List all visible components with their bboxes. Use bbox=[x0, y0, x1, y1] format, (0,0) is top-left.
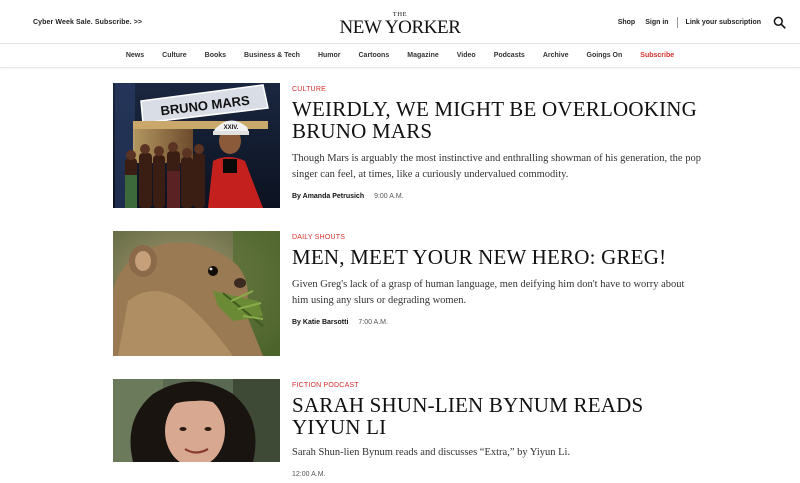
nav-item-business-tech[interactable]: Business & Tech bbox=[235, 52, 309, 59]
nav-item-books[interactable]: Books bbox=[196, 52, 235, 59]
article-time: 9:00 A.M. bbox=[374, 193, 404, 200]
article-byline: By Amanda Petrusich 9:00 A.M. bbox=[292, 193, 712, 200]
article-time: 7:00 A.M. bbox=[358, 319, 388, 326]
nav-item-subscribe[interactable]: Subscribe bbox=[631, 52, 683, 59]
article-text: Culture Weirdly, We Might Be Overlooking… bbox=[292, 83, 712, 200]
article-dek: Sarah Shun-lien Bynum reads and discusse… bbox=[292, 447, 571, 458]
nav-item-video[interactable]: Video bbox=[448, 52, 485, 59]
article-dek: Though Mars is arguably the most instinc… bbox=[292, 153, 701, 180]
hat-text: XXIV. bbox=[224, 125, 239, 131]
article-headline[interactable]: Weirdly, We Might Be Overlooking Bruno M… bbox=[292, 98, 712, 142]
top-bar: Cyber Week Sale. Subscribe. >> THE NEW Y… bbox=[0, 0, 800, 44]
article-author[interactable]: By Amanda Petrusich bbox=[292, 193, 364, 200]
article-image[interactable]: XXIV. BRUNO MARS bbox=[113, 83, 280, 208]
shop-link[interactable]: Shop bbox=[618, 19, 636, 26]
article-byline: 12:00 A.M. bbox=[292, 471, 712, 478]
nav-item-podcasts[interactable]: Podcasts bbox=[485, 52, 534, 59]
nav-item-archive[interactable]: Archive bbox=[534, 52, 578, 59]
article-text: Fiction Podcast Sarah Shun-lien Bynum Re… bbox=[292, 379, 712, 478]
article-rubric[interactable]: Fiction Podcast bbox=[292, 382, 712, 389]
article-rubric[interactable]: Daily Shouts bbox=[292, 234, 712, 241]
article-rubric[interactable]: Culture bbox=[292, 86, 712, 93]
nav-item-humor[interactable]: Humor bbox=[309, 52, 350, 59]
article-headline[interactable]: Sarah Shun-lien Bynum Reads Yiyun Li bbox=[292, 394, 712, 438]
article-image[interactable] bbox=[113, 379, 280, 462]
nav-item-culture[interactable]: Culture bbox=[153, 52, 196, 59]
divider bbox=[676, 17, 678, 28]
nav-item-goings-on[interactable]: Goings On bbox=[578, 52, 632, 59]
article-text: Daily Shouts Men, Meet Your New Hero: Gr… bbox=[292, 231, 712, 326]
section-nav: News Culture Books Business & Tech Humor… bbox=[0, 44, 800, 68]
sign-in-link[interactable]: Sign in bbox=[645, 19, 668, 26]
nav-item-news[interactable]: News bbox=[117, 52, 153, 59]
nav-item-magazine[interactable]: Magazine bbox=[398, 52, 448, 59]
article-dek: Given Greg's lack of a grasp of human la… bbox=[292, 279, 685, 306]
article-time: 12:00 A.M. bbox=[292, 471, 326, 478]
article-byline: By Katie Barsotti 7:00 A.M. bbox=[292, 319, 712, 326]
link-subscription-link[interactable]: Link your subscription bbox=[686, 19, 761, 26]
utility-links: Shop Sign in Link your subscription bbox=[608, 16, 786, 29]
article-author[interactable]: By Katie Barsotti bbox=[292, 319, 348, 326]
article-headline[interactable]: Men, Meet Your New Hero: Greg! bbox=[292, 246, 712, 268]
article-image[interactable] bbox=[113, 231, 280, 356]
nav-item-cartoons[interactable]: Cartoons bbox=[350, 52, 399, 59]
search-icon[interactable] bbox=[773, 16, 786, 29]
